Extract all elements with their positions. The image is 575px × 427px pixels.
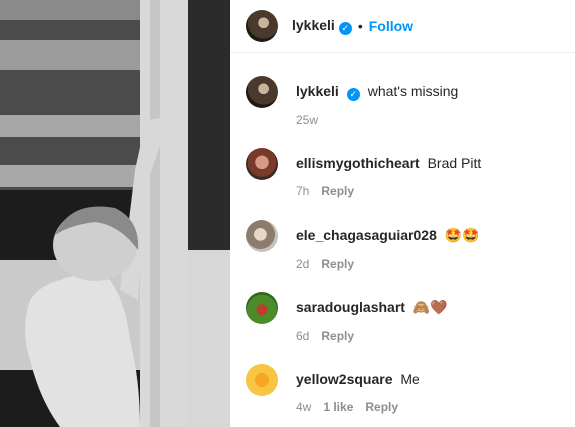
comments-panel: lykkeli ✓ • Follow lykkeli ✓ what's missin…	[230, 0, 575, 427]
comment-text: 🤩🤩	[444, 228, 480, 244]
separator-dot: •	[357, 18, 363, 34]
comment-item: ellismygothicheart Brad Pitt 7h Reply	[246, 148, 575, 198]
avatar[interactable]	[246, 10, 278, 42]
comment-username[interactable]: ellismygothicheart	[296, 155, 420, 171]
comment-text: 🙈🤎	[412, 300, 448, 316]
comment-item: yellow2square Me 4w 1 like Reply	[246, 364, 575, 414]
caption-text: what's missing	[367, 83, 459, 99]
comment-time[interactable]: 2d	[296, 257, 309, 271]
reply-button[interactable]: Reply	[365, 400, 398, 414]
comment-text: Brad Pitt	[427, 155, 482, 171]
reply-button[interactable]: Reply	[321, 184, 354, 198]
avatar[interactable]	[246, 364, 278, 396]
likes-count[interactable]: 1 like	[323, 400, 353, 414]
comment-item: saradouglashart 🙈🤎 6d Reply	[246, 292, 575, 343]
avatar[interactable]	[246, 292, 278, 324]
reply-button[interactable]: Reply	[321, 257, 354, 271]
comment-username[interactable]: ele_chagasaguiar028	[296, 227, 437, 243]
post-header: lykkeli ✓ • Follow	[230, 0, 575, 53]
reply-button[interactable]: Reply	[321, 329, 354, 343]
comment-time[interactable]: 7h	[296, 184, 309, 198]
caption-username[interactable]: lykkeli	[296, 83, 339, 99]
comment-username[interactable]: yellow2square	[296, 371, 393, 387]
avatar[interactable]	[246, 220, 278, 252]
verified-badge-icon: ✓	[346, 87, 360, 101]
avatar[interactable]	[246, 148, 278, 180]
comment-time[interactable]: 6d	[296, 329, 309, 343]
comment-username[interactable]: saradouglashart	[296, 299, 405, 315]
comment-text: Me	[400, 371, 420, 387]
post-photo[interactable]	[0, 0, 230, 427]
caption-item: lykkeli ✓ what's missing 25w	[246, 76, 575, 127]
comment-item: ele_chagasaguiar028 🤩🤩 2d Reply	[246, 220, 575, 271]
comment-time[interactable]: 4w	[296, 400, 311, 414]
avatar[interactable]	[246, 76, 278, 108]
follow-button[interactable]: Follow	[369, 18, 413, 34]
header-username[interactable]: lykkeli ✓	[292, 17, 352, 35]
verified-badge-icon: ✓	[338, 22, 352, 35]
caption-time[interactable]: 25w	[296, 113, 318, 127]
username-link[interactable]: lykkeli	[292, 17, 335, 33]
